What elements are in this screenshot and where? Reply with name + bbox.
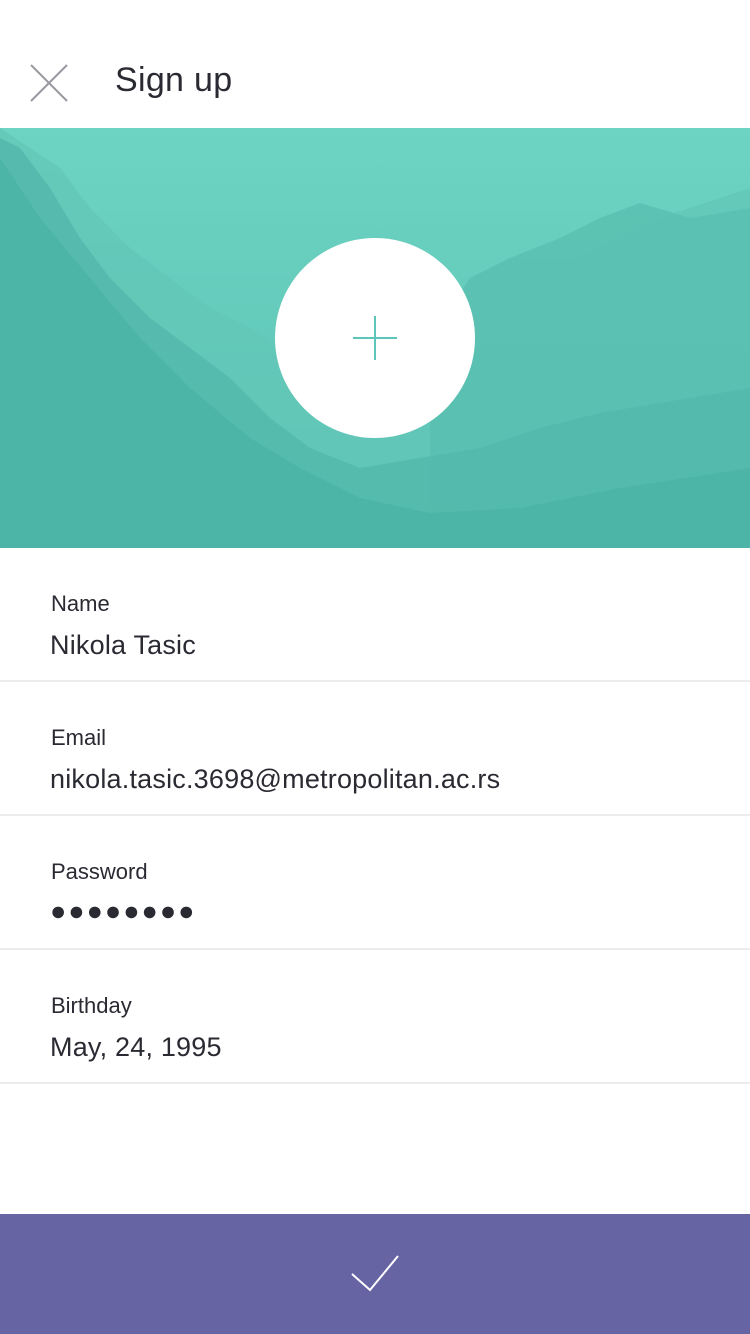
email-field[interactable]: Email nikola.tasic.3698@metropolitan.ac.… xyxy=(0,682,750,816)
submit-button[interactable] xyxy=(0,1214,750,1334)
plus-icon xyxy=(353,316,397,360)
signup-form: Name Nikola Tasic Email nikola.tasic.369… xyxy=(0,548,750,1084)
name-field[interactable]: Name Nikola Tasic xyxy=(0,548,750,682)
birthday-field[interactable]: Birthday May, 24, 1995 xyxy=(0,950,750,1084)
name-input[interactable]: Nikola Tasic xyxy=(50,628,196,662)
signup-screen: Sign up Name Nikola Tasic Email nikola.t… xyxy=(0,0,750,1334)
password-field[interactable]: Password ●●●●●●●● xyxy=(0,816,750,950)
name-label: Name xyxy=(51,591,110,616)
checkmark-icon xyxy=(351,1255,399,1292)
close-icon xyxy=(30,64,68,102)
birthday-label: Birthday xyxy=(51,993,132,1018)
birthday-input[interactable]: May, 24, 1995 xyxy=(50,1030,222,1064)
close-button[interactable] xyxy=(22,56,76,110)
email-label: Email xyxy=(51,725,107,750)
profile-cover xyxy=(0,128,750,548)
header: Sign up xyxy=(0,0,750,128)
page-title: Sign up xyxy=(115,61,233,99)
email-input[interactable]: nikola.tasic.3698@metropolitan.ac.rs xyxy=(50,762,500,796)
add-photo-button[interactable] xyxy=(275,238,475,438)
password-label: Password xyxy=(51,859,148,884)
password-input[interactable]: ●●●●●●●● xyxy=(50,894,196,928)
